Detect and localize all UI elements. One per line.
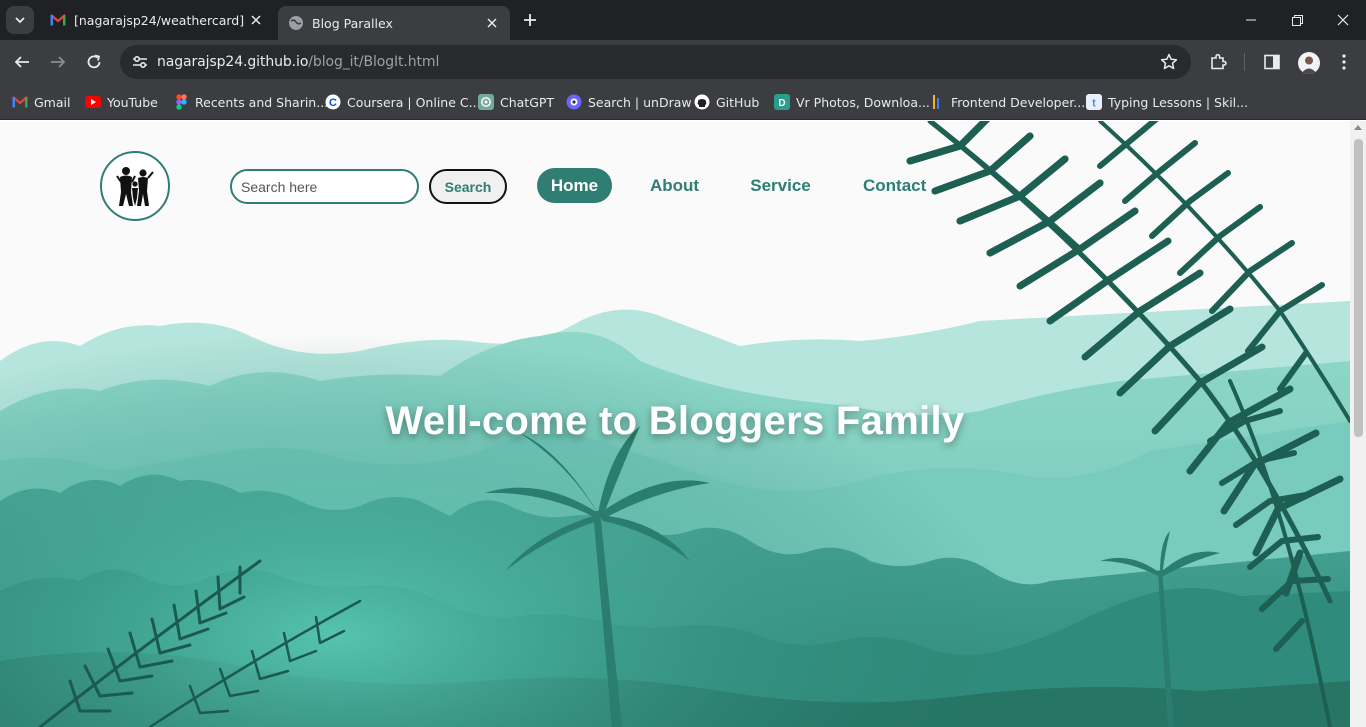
site-info-icon[interactable] (128, 50, 152, 74)
coursera-icon: C (325, 94, 341, 110)
reload-icon (87, 54, 101, 69)
puzzle-icon (1211, 53, 1227, 70)
bookmark-star-icon[interactable] (1159, 52, 1179, 72)
tab-blog-parallex[interactable]: Blog Parallex (278, 6, 510, 40)
bookmark-label: Gmail (34, 94, 71, 110)
youtube-icon (85, 94, 101, 110)
tab-title: Blog Parallex (312, 15, 393, 31)
nav-about[interactable]: About (641, 168, 708, 203)
svg-text:D: D (778, 98, 785, 108)
back-button[interactable] (8, 48, 36, 76)
tab-strip: [nagarajsp24/weathercard] Ope Blog Paral… (0, 0, 1366, 40)
reload-button[interactable] (80, 48, 108, 76)
page-viewport: Search Home About Service Contact Well-c… (0, 121, 1366, 727)
url-text[interactable]: nagarajsp24.github.io/blog_it/BlogIt.htm… (157, 54, 439, 70)
tab-title: [nagarajsp24/weathercard] Ope (74, 12, 248, 28)
bookmark-label: Coursera | Online C... (347, 94, 481, 110)
scroll-up-icon[interactable] (1354, 125, 1362, 130)
bookmark-label: Frontend Developer... (951, 94, 1086, 110)
close-icon[interactable] (248, 12, 264, 28)
family-icon (116, 167, 154, 206)
bookmark-youtube[interactable]: YouTube (85, 92, 158, 112)
bookmark-frontend-developer[interactable]: Frontend Developer... (929, 92, 1085, 112)
fern-overlay (906, 121, 1104, 257)
minimize-icon (1246, 19, 1256, 21)
bookmark-label: Vr Photos, Downloa... (796, 94, 930, 110)
scroll-thumb[interactable] (1354, 139, 1363, 437)
search-input[interactable] (230, 169, 419, 204)
extensions-button[interactable] (1206, 50, 1230, 74)
gmail-icon (12, 94, 28, 110)
bookmark-typing-lessons[interactable]: t Typing Lessons | Skil... (1086, 92, 1248, 112)
globe-icon (288, 15, 304, 31)
arrow-right-icon (51, 56, 66, 68)
more-vert-icon (1342, 54, 1346, 70)
svg-text:C: C (329, 97, 337, 109)
arrow-left-icon (14, 56, 29, 68)
url-host: nagarajsp24.github.io (157, 54, 309, 70)
freepik-icon: D (774, 94, 790, 110)
nav-service[interactable]: Service (742, 168, 819, 203)
bookmark-undraw[interactable]: Search | unDraw (566, 92, 692, 112)
close-window-button[interactable] (1320, 0, 1366, 40)
side-panel-icon (1264, 54, 1280, 70)
close-icon (1337, 14, 1349, 26)
url-path: /blog_it/BlogIt.html (308, 54, 440, 70)
hero-title: Well-come to Bloggers Family (385, 399, 965, 443)
bookmarks-bar: Gmail YouTube Recents and Sharin... C Co… (0, 84, 1366, 120)
bookmark-label: Typing Lessons | Skil... (1108, 94, 1249, 110)
bookmark-label: GitHub (716, 94, 760, 110)
forward-button[interactable] (44, 48, 72, 76)
browser-menu-button[interactable] (1332, 50, 1356, 74)
tab-search-button[interactable] (6, 6, 34, 34)
plus-icon (524, 14, 536, 26)
figma-icon (173, 94, 189, 110)
restore-button[interactable] (1274, 0, 1320, 40)
bookmark-vr-photos[interactable]: D Vr Photos, Downloa... (774, 92, 930, 112)
bookmark-chatgpt[interactable]: ChatGPT (478, 92, 554, 112)
bookmark-label: ChatGPT (500, 94, 555, 110)
bookmark-label: YouTube (107, 94, 158, 110)
undraw-icon (566, 94, 582, 110)
search-button[interactable]: Search (429, 169, 507, 204)
nav-home[interactable]: Home (537, 168, 612, 203)
tab-weathercard[interactable]: [nagarajsp24/weathercard] Ope (38, 0, 274, 40)
bookmark-label: Recents and Sharin... (195, 94, 329, 110)
close-icon[interactable] (484, 15, 500, 31)
chatgpt-icon (478, 94, 494, 110)
browser-toolbar: nagarajsp24.github.io/blog_it/BlogIt.htm… (0, 40, 1366, 84)
typing-icon: t (1086, 94, 1102, 110)
svg-text:t: t (1092, 98, 1096, 109)
bookmark-coursera[interactable]: C Coursera | Online C... (325, 92, 481, 112)
profile-avatar[interactable] (1298, 52, 1320, 74)
github-icon (694, 94, 710, 110)
page-scrollbar[interactable] (1350, 121, 1366, 727)
restore-icon (1291, 14, 1303, 26)
toolbar-divider (1244, 53, 1245, 71)
bookmark-figma[interactable]: Recents and Sharin... (173, 92, 328, 112)
address-bar[interactable]: nagarajsp24.github.io/blog_it/BlogIt.htm… (120, 45, 1191, 79)
chevron-down-icon (15, 17, 25, 24)
bookmark-github[interactable]: GitHub (694, 92, 759, 112)
side-panel-button[interactable] (1260, 50, 1284, 74)
new-tab-button[interactable] (520, 10, 540, 30)
frontend-icon (929, 94, 945, 110)
minimize-button[interactable] (1228, 0, 1274, 40)
gmail-icon (50, 12, 66, 28)
bookmark-gmail[interactable]: Gmail (12, 92, 70, 112)
bookmark-label: Search | unDraw (588, 94, 692, 110)
site-logo[interactable] (100, 151, 170, 221)
